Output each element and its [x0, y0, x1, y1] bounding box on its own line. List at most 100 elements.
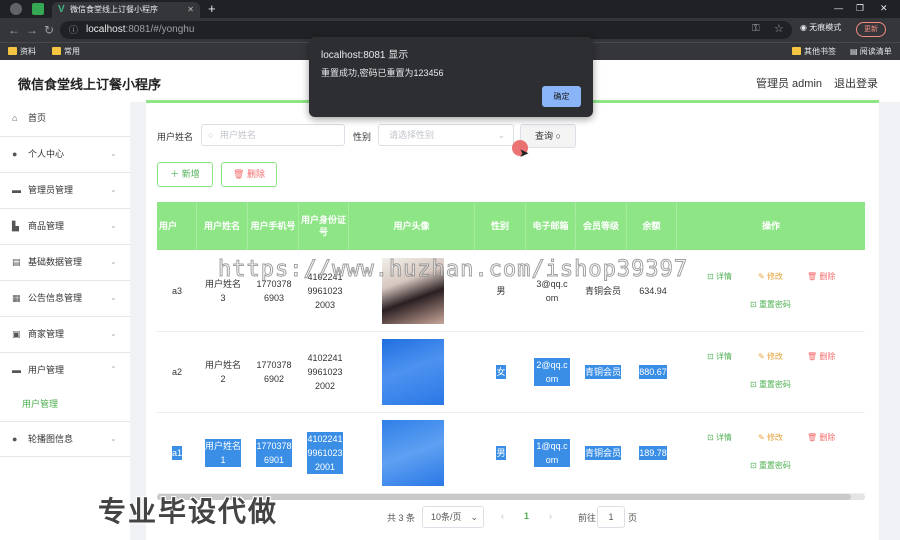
sidebar-item-merchants[interactable]: ▣ 商家管理 ⌄ — [0, 317, 130, 353]
sidebar-subitem-user-management[interactable]: 用户管理 — [22, 397, 58, 410]
delete-button[interactable]: 🗑 删除 — [803, 268, 840, 286]
window-close-icon[interactable]: ✕ — [880, 0, 888, 16]
reload-icon[interactable]: ↻ — [44, 23, 54, 37]
page-size-select[interactable]: 10条/页 ⌄ — [422, 506, 484, 528]
promo-caption: 专业毕设代做 — [98, 496, 279, 527]
cell-balance: 189.78 — [639, 446, 667, 460]
sidebar-item-users[interactable]: ▬ 用户管理 ⌃ — [0, 353, 130, 389]
cell-phone: 17703786901 — [256, 439, 292, 467]
col-actions: 操作 — [761, 221, 780, 231]
app-title: 微信食堂线上订餐小程序 — [18, 77, 162, 92]
chevron-down-icon: ⌄ — [110, 185, 117, 194]
sidebar-item-notices[interactable]: ▦ 公告信息管理 ⌄ — [0, 281, 130, 317]
avatar-image[interactable] — [382, 420, 444, 486]
trash-icon: 🗑 — [233, 169, 247, 179]
dialog-title: localhost:8081 显示 — [321, 50, 409, 61]
next-page-icon[interactable]: › — [549, 511, 552, 521]
back-icon[interactable]: ← — [8, 23, 20, 37]
gender-filter-label: 性别 — [353, 132, 372, 142]
bookmark-folder[interactable]: 常用 — [52, 46, 80, 58]
col-idcard[interactable]: 用户身份证号 — [299, 202, 349, 250]
plus-icon: ＋ — [170, 169, 182, 179]
bookmark-folder[interactable]: 其他书签 — [792, 46, 836, 58]
close-icon[interactable]: ✕ — [187, 2, 194, 18]
col-name[interactable]: 用户姓名 — [197, 202, 248, 250]
sidebar-item-home[interactable]: ⌂ 首页 — [0, 101, 130, 137]
edit-button[interactable]: ✎ 修改 — [754, 348, 787, 366]
prev-page-icon[interactable]: ‹ — [501, 511, 504, 521]
edit-button[interactable]: ✎ 修改 — [754, 429, 787, 447]
browser-icon[interactable] — [10, 3, 22, 15]
col-avatar[interactable]: 用户头像 — [349, 202, 475, 250]
cell-level: 青铜会员 — [584, 446, 621, 460]
goto-page-input[interactable]: 1 — [597, 506, 625, 528]
add-button[interactable]: ＋ 新增 — [157, 162, 213, 187]
detail-button[interactable]: ⊡ 详情 — [703, 268, 736, 286]
gender-select[interactable]: 请选择性别 ⌄ — [378, 124, 514, 146]
pinned-tab-icon[interactable] — [32, 3, 44, 15]
dialog-ok-button[interactable]: 确定 — [542, 86, 581, 107]
chevron-down-icon: ⌄ — [110, 221, 117, 230]
col-level[interactable]: 会员等级 — [576, 202, 627, 250]
bookmark-folder[interactable]: 资料 — [8, 46, 36, 58]
new-tab-icon[interactable]: + — [208, 0, 216, 17]
chevron-down-icon: ⌄ — [470, 512, 478, 522]
cell-idcard: 410224199610232002 — [307, 353, 343, 391]
col-balance[interactable]: 余额 — [627, 202, 677, 250]
cell-balance: 880.67 — [639, 365, 667, 379]
search-icon: ○ — [208, 130, 214, 140]
cell-gender: 男 — [496, 446, 506, 460]
sidebar-item-carousel[interactable]: ● 轮播图信息 ⌄ — [0, 421, 130, 457]
tab-active[interactable]: V 微信食堂线上订餐小程序 ✕ — [52, 2, 200, 18]
col-gender[interactable]: 性别 — [475, 202, 526, 250]
minimize-icon[interactable]: — — [834, 0, 843, 16]
detail-button[interactable]: ⊡ 详情 — [703, 429, 736, 447]
current-user: 管理员 admin — [756, 78, 823, 90]
info-icon[interactable]: ⓘ — [69, 21, 78, 39]
reset-password-button[interactable]: ⊡ 重置密码 — [746, 296, 795, 314]
page-number[interactable]: 1 — [524, 511, 529, 521]
name-search-input[interactable]: ○ 用户姓名 — [201, 124, 345, 146]
detail-button[interactable]: ⊡ 详情 — [703, 348, 736, 366]
mouse-cursor-icon: ➤ — [519, 146, 530, 160]
edit-button[interactable]: ✎ 修改 — [754, 268, 787, 286]
sidebar-item-products[interactable]: ▙ 商品管理 ⌄ — [0, 209, 130, 245]
avatar-image[interactable] — [382, 339, 444, 405]
sidebar-item-profile[interactable]: ● 个人中心 ⌄ — [0, 137, 130, 173]
table-row[interactable]: a1 用户姓名1 17703786901 410224199610232001 … — [157, 413, 865, 494]
forward-icon[interactable]: → — [26, 23, 38, 37]
sidebar-item-base-data[interactable]: ▤ 基础数据管理 ⌄ — [0, 245, 130, 281]
reading-list[interactable]: ▤ 阅读清单 — [850, 46, 892, 58]
restore-icon[interactable]: ❐ — [856, 0, 864, 16]
home-icon: ⌂ — [12, 113, 18, 123]
col-account[interactable]: 用户 — [157, 202, 197, 250]
delete-button[interactable]: 🗑 删除 — [803, 429, 840, 447]
logout-button[interactable]: 退出登录 — [834, 75, 878, 91]
pager-total: 共 3 条 — [387, 513, 416, 523]
cell-email: 2@qq.com — [530, 332, 574, 412]
chevron-down-icon: ⌄ — [110, 293, 117, 302]
incognito-icon: ◉ — [800, 23, 810, 32]
incognito-indicator[interactable]: ◉ 无痕模式 — [800, 22, 841, 33]
search-button[interactable]: 查询 ○ — [520, 124, 576, 148]
batch-delete-button[interactable]: 🗑 删除 — [221, 162, 277, 187]
sidebar-item-admins[interactable]: ▬ 管理员管理 ⌄ — [0, 173, 130, 209]
folder-icon — [52, 47, 61, 55]
update-button[interactable]: 更新 — [856, 22, 886, 37]
chevron-down-icon: ⌄ — [110, 434, 117, 443]
users-icon: ▬ — [12, 365, 21, 375]
table-row[interactable]: a2 用户姓名2 17703786902 410224199610232002 … — [157, 332, 865, 413]
star-icon[interactable]: ☆ — [774, 22, 784, 36]
goto-label: 前往 — [578, 513, 597, 523]
reset-password-button[interactable]: ⊡ 重置密码 — [746, 376, 795, 394]
key-icon[interactable]: ⚿ — [752, 22, 760, 36]
reset-password-button[interactable]: ⊡ 重置密码 — [746, 457, 795, 475]
cell-account: a3 — [171, 286, 182, 296]
search-icon: ○ — [555, 131, 561, 141]
col-phone[interactable]: 用户手机号 — [248, 202, 299, 250]
browser-tab-bar: V 微信食堂线上订餐小程序 ✕ + — ❐ ✕ — [0, 0, 900, 18]
col-email[interactable]: 电子邮箱 — [526, 202, 576, 250]
name-filter-label: 用户姓名 — [157, 132, 194, 142]
cell-email: 1@qq.com — [530, 413, 574, 493]
delete-button[interactable]: 🗑 删除 — [803, 348, 840, 366]
